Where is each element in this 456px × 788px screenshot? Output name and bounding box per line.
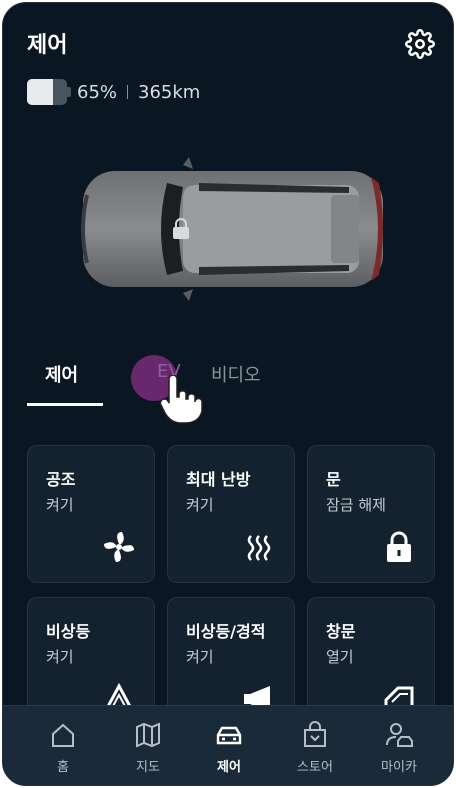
gear-icon[interactable]	[405, 29, 435, 59]
card-action: 열기	[326, 648, 354, 666]
tab-video[interactable]: 비디오	[211, 361, 261, 387]
pointer-hand-icon	[159, 375, 203, 424]
nav-control[interactable]: 제어	[187, 720, 271, 775]
divider	[127, 85, 129, 99]
nav-store[interactable]: 스토어	[273, 720, 357, 775]
card-title: 비상등	[46, 622, 91, 641]
active-tab-indicator	[27, 403, 103, 406]
card-door[interactable]: 문 잠금 해제	[307, 445, 435, 583]
nav-home[interactable]: 홈	[21, 720, 105, 775]
nav-label: 스토어	[297, 760, 333, 775]
card-title: 창문	[326, 622, 356, 641]
driving-range: 365km	[138, 81, 201, 103]
card-title: 비상등/경적	[186, 622, 266, 641]
battery-icon	[27, 79, 71, 105]
page-title: 제어	[27, 33, 68, 58]
card-action: 켜기	[186, 496, 214, 514]
card-title: 문	[326, 470, 341, 489]
card-aircon[interactable]: 공조 켜기	[27, 445, 155, 583]
nav-mycar[interactable]: 마이카	[357, 720, 441, 775]
car-top-view-image	[81, 157, 383, 301]
store-icon	[304, 721, 326, 747]
card-action: 켜기	[46, 496, 74, 514]
nav-label: 마이카	[381, 760, 417, 775]
control-tabs: 제어 EV 비디오	[27, 355, 435, 424]
card-action: 켜기	[186, 648, 214, 666]
control-screen: 제어 65% 365km 제어 EV 비디오 공조 켜기 최대 난방 켜기 문 …	[2, 2, 454, 786]
map-icon	[136, 722, 160, 748]
lock-icon	[387, 531, 411, 562]
tab-control[interactable]: 제어	[45, 361, 78, 387]
nav-label: 지도	[136, 760, 160, 775]
nav-label: 홈	[57, 760, 69, 775]
fan-icon	[104, 532, 134, 562]
card-max-heat[interactable]: 최대 난방 켜기	[167, 445, 295, 583]
card-title: 최대 난방	[186, 470, 251, 489]
card-action: 잠금 해제	[326, 496, 386, 514]
battery-status: 65% 365km	[27, 79, 200, 105]
mycar-icon	[386, 723, 413, 747]
bottom-navigation: 홈 지도 제어 스토어 마이카	[3, 705, 453, 785]
car-icon	[216, 726, 242, 745]
card-title: 공조	[46, 470, 76, 489]
nav-label: 제어	[217, 760, 241, 775]
nav-map[interactable]: 지도	[106, 720, 190, 775]
heat-icon	[247, 535, 271, 561]
card-action: 켜기	[46, 648, 74, 666]
home-icon	[52, 723, 74, 747]
battery-percent: 65%	[77, 81, 118, 103]
